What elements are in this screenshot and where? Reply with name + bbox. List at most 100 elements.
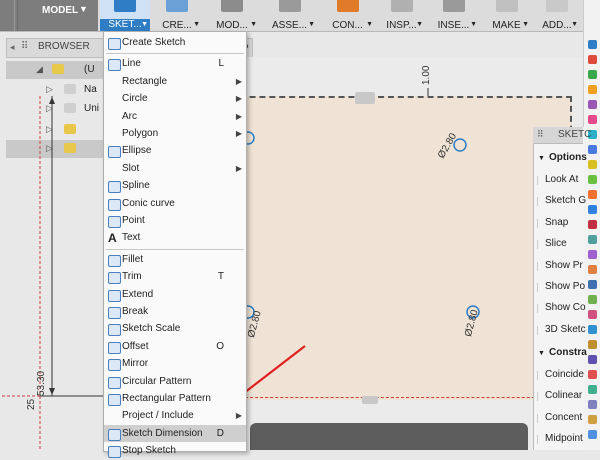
menu-item-rectangle[interactable]: Rectangle ▶: [104, 73, 246, 91]
checkbox[interactable]: [537, 304, 544, 314]
palette-constraint[interactable]: Concent: [545, 412, 582, 423]
menu-item-label: Fillet: [122, 253, 144, 265]
palette-constraint[interactable]: Midpoint: [545, 433, 583, 444]
shortcut-key: O: [216, 340, 224, 352]
ellipse-icon: [108, 146, 121, 159]
palette-option[interactable]: Sketch G: [545, 195, 586, 206]
text-icon: A: [108, 231, 117, 246]
menu-item-trim[interactable]: Trim T: [104, 268, 246, 286]
sketch-scale-icon: [108, 324, 121, 337]
submenu-arrow-icon: ▶: [235, 94, 242, 104]
checkbox[interactable]: [537, 218, 544, 228]
menu-item-line[interactable]: Line L: [104, 55, 246, 73]
menu-item-label: Extend: [122, 288, 154, 300]
menu-item-ellipse[interactable]: Ellipse: [104, 142, 246, 160]
menu-item-mirror[interactable]: Mirror: [104, 355, 246, 373]
submenu-arrow-icon: ▶: [235, 76, 242, 86]
dimension-arrowhead: [49, 388, 55, 395]
checkbox[interactable]: [537, 325, 544, 335]
menu-item-label: Rectangular Pattern: [122, 393, 211, 404]
menu-item-extend[interactable]: Extend: [104, 286, 246, 304]
palette-option[interactable]: Show Po: [545, 281, 585, 292]
menu-item-arc[interactable]: Arc ▶: [104, 108, 246, 126]
tooltip-panel: [250, 423, 528, 450]
section-options-title: Options: [549, 152, 587, 163]
menu-item-label: Project / Include: [122, 410, 194, 422]
rectangular-pattern-icon: [108, 394, 121, 406]
submenu-arrow-icon: ▶: [235, 111, 242, 121]
point-icon: [108, 216, 121, 228]
menu-item-rectangular-pattern[interactable]: Rectangular Pattern: [104, 390, 246, 408]
menu-item-project-include[interactable]: Project / Include ▶: [104, 407, 246, 425]
dimension-label[interactable]: 53.30: [36, 371, 47, 396]
checkbox[interactable]: [537, 261, 544, 271]
menu-item-point[interactable]: Point: [104, 212, 246, 230]
section-constraints-title: Constra: [549, 347, 587, 358]
menu-item-label: Sketch Dimension: [122, 427, 203, 439]
chevron-down-icon[interactable]: ▼: [538, 155, 545, 162]
palette-constraint[interactable]: Coincide: [545, 369, 584, 380]
menu-item-polygon[interactable]: Polygon ▶: [104, 125, 246, 143]
palette-option[interactable]: Show Co: [545, 302, 586, 313]
menu-item-label: Spline: [122, 180, 150, 192]
menu-item-label: Point: [122, 215, 145, 226]
menu-separator: [106, 53, 244, 55]
menu-item-create-sketch[interactable]: Create Sketch: [104, 34, 246, 52]
constraint-icon[interactable]: [537, 413, 544, 423]
spline-icon: [108, 181, 121, 194]
checkbox[interactable]: [537, 240, 544, 250]
constraint-icon[interactable]: [537, 392, 544, 402]
menu-item-label: Text: [122, 232, 141, 244]
menu-item-sketch-dimension[interactable]: Sketch Dimension D: [104, 424, 246, 443]
palette-option[interactable]: Show Pr: [545, 260, 583, 271]
menu-item-label: Offset: [122, 340, 149, 352]
menu-item-slot[interactable]: Slot ▶: [104, 160, 246, 178]
palette-option[interactable]: Look At: [545, 174, 578, 185]
checkbox[interactable]: [537, 283, 544, 292]
checkbox[interactable]: [537, 176, 544, 185]
mirror-icon: [108, 359, 121, 372]
shortcut-key: L: [218, 58, 224, 70]
menu-item-stop-sketch[interactable]: Stop Sketch: [104, 442, 246, 460]
menu-item-label: Polygon: [122, 128, 159, 139]
constraint-icon[interactable]: [537, 371, 544, 380]
menu-item-label: Circle: [122, 93, 148, 105]
menu-item-label: Trim: [122, 271, 142, 283]
palette-option[interactable]: 3D Sketc: [545, 324, 586, 335]
menu-item-spline[interactable]: Spline: [104, 177, 246, 195]
menu-item-label: Create Sketch: [122, 37, 186, 48]
menu-item-circle[interactable]: Circle ▶: [104, 90, 246, 108]
dimension-arrowhead: [49, 97, 55, 104]
submenu-arrow-icon: ▶: [235, 411, 242, 421]
circular-pattern-icon: [108, 376, 121, 389]
menu-item-offset[interactable]: Offset O: [104, 338, 246, 356]
menu-item-label: Break: [122, 306, 149, 317]
palette-constraint[interactable]: Colinear: [545, 390, 582, 401]
palette-title: SKETC: [558, 129, 592, 140]
menu-separator: [106, 248, 244, 250]
line-icon: [108, 59, 121, 72]
menu-item-label: Stop Sketch: [122, 445, 176, 457]
menu-item-text[interactable]: A Text: [104, 229, 246, 247]
menu-item-conic-curve[interactable]: Conic curve: [104, 195, 246, 213]
menu-item-label: Ellipse: [122, 145, 152, 157]
palette-option[interactable]: Slice: [545, 238, 567, 249]
grip-icon[interactable]: ⠿: [537, 129, 544, 140]
offset-icon: [108, 341, 121, 354]
extend-icon: [108, 289, 121, 302]
conic-curve-icon: [108, 198, 121, 211]
menu-item-label: Slot: [122, 162, 140, 174]
menu-item-circular-pattern[interactable]: Circular Pattern: [104, 373, 246, 391]
fillet-icon: [108, 254, 121, 267]
menu-item-label: Mirror: [122, 358, 149, 370]
menu-item-fillet[interactable]: Fillet: [104, 251, 246, 269]
dimension-handle: [355, 92, 375, 104]
palette-option[interactable]: Snap: [545, 217, 568, 228]
dimension-label[interactable]: 1.00: [421, 66, 432, 85]
checkbox[interactable]: [537, 197, 544, 207]
constraint-icon[interactable]: [537, 435, 544, 445]
chevron-down-icon[interactable]: ▼: [538, 350, 545, 357]
menu-item-break[interactable]: Break: [104, 303, 246, 321]
dimension-handle: [362, 396, 378, 404]
menu-item-sketch-scale[interactable]: Sketch Scale: [104, 320, 246, 338]
